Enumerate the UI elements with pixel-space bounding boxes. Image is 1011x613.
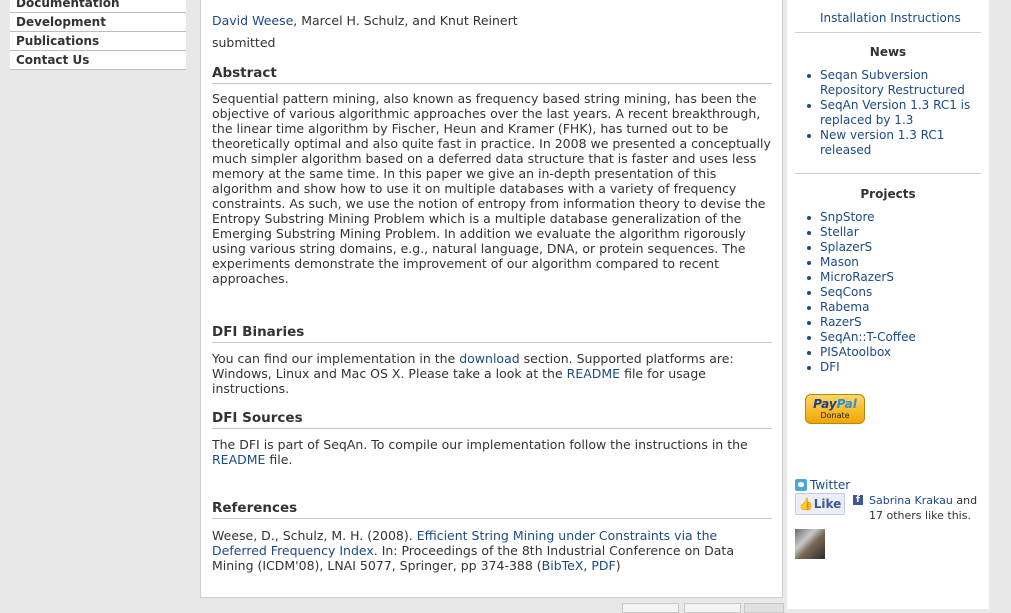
project-link-snpstore[interactable]: SnpStore (820, 210, 875, 224)
paypal-donate-button[interactable]: PayPal Donate (805, 394, 865, 424)
fb-friend-link[interactable]: Sabrina Krakau (869, 494, 953, 507)
authors: David Weese, Marcel H. Schulz, and Knut … (212, 12, 772, 30)
bibtex-link[interactable]: BibTeX (542, 558, 584, 573)
installation-instructions-link[interactable]: Installation Instructions (820, 11, 961, 25)
nav-item-publications[interactable]: Publications (10, 32, 186, 51)
projects-heading: Projects (860, 187, 916, 201)
abstract-text: Sequential pattern mining, also known as… (212, 91, 771, 286)
list-item: RazerS (795, 315, 975, 330)
project-link-seqcons[interactable]: SeqCons (820, 285, 872, 299)
list-item: DFI (795, 360, 975, 375)
facebook-like-button[interactable]: 👍Like (795, 493, 845, 515)
list-item: Seqan Subversion Repository Restructured (795, 68, 975, 98)
list-item: Stellar (795, 225, 975, 240)
project-link-splazers[interactable]: SplazerS (820, 240, 872, 254)
twitter-link[interactable]: Twitter (795, 478, 850, 493)
right-sidebar: Installation Instructions News Seqan Sub… (787, 0, 989, 609)
sources-readme-link[interactable]: README (212, 452, 265, 467)
binaries-text: You can find our implementation in the d… (212, 351, 772, 396)
project-link-rabema[interactable]: Rabema (820, 300, 869, 314)
list-item: Rabema (795, 300, 975, 315)
facebook-like-text: Sabrina Krakau and 17 others like this. (869, 493, 989, 523)
twitter-label[interactable]: Twitter (810, 478, 850, 492)
footer-tab-1[interactable] (622, 603, 679, 613)
project-link-tcoffee[interactable]: SeqAn::T-Coffee (820, 330, 916, 344)
footer-tab-3[interactable] (744, 603, 784, 613)
sources-heading: DFI Sources (212, 410, 772, 429)
download-link[interactable]: download (459, 351, 519, 366)
project-link-microrazers[interactable]: MicroRazerS (820, 270, 894, 284)
news-list: Seqan Subversion Repository Restructured… (795, 68, 975, 158)
footer-tab-2[interactable] (684, 603, 741, 613)
divider-news (795, 173, 981, 174)
references-heading: References (212, 500, 772, 519)
avatar[interactable] (795, 529, 825, 559)
ref-text-1: Weese, D., Schulz, M. H. (2008). (212, 528, 417, 543)
like-label: Like (813, 497, 842, 511)
binaries-heading: DFI Binaries (212, 324, 772, 343)
list-item: Mason (795, 255, 975, 270)
authors-rest: , Marcel H. Schulz, and Knut Reinert (293, 13, 518, 28)
abstract-heading: Abstract (212, 65, 772, 84)
divider-top (795, 32, 981, 33)
thumbs-up-icon: 👍 (798, 497, 814, 511)
main-content: David Weese, Marcel H. Schulz, and Knut … (200, 0, 783, 598)
twitter-icon (795, 479, 807, 491)
news-heading: News (869, 45, 907, 59)
project-link-mason[interactable]: Mason (820, 255, 859, 269)
pdf-link[interactable]: PDF (591, 558, 615, 573)
sources-text: The DFI is part of SeqAn. To compile our… (212, 437, 772, 467)
publication-status: submitted (212, 35, 276, 50)
author-link-weese[interactable]: David Weese (212, 13, 293, 28)
list-item: New version 1.3 RC1 released (795, 128, 975, 158)
list-item: MicroRazerS (795, 270, 975, 285)
sources-text-2: file. (265, 452, 293, 467)
left-nav: Documentation Development Publications C… (10, 0, 186, 70)
list-item: SeqCons (795, 285, 975, 300)
list-item: SnpStore (795, 210, 975, 225)
ref-text-4: ) (615, 558, 621, 573)
list-item: SeqAn::T-Coffee (795, 330, 975, 345)
nav-item-contact-us[interactable]: Contact Us (10, 51, 186, 70)
project-link-dfi[interactable]: DFI (820, 360, 840, 374)
paypal-logo-pay: Pay (813, 397, 837, 411)
nav-item-documentation[interactable]: Documentation (10, 0, 186, 13)
news-link[interactable]: New version 1.3 RC1 released (820, 128, 944, 157)
news-link[interactable]: Seqan Subversion Repository Restructured (820, 68, 965, 97)
project-link-stellar[interactable]: Stellar (820, 225, 859, 239)
nav-item-development[interactable]: Development (10, 13, 186, 32)
facebook-icon: f (853, 495, 863, 505)
project-link-razers[interactable]: RazerS (820, 315, 862, 329)
list-item: PISAtoolbox (795, 345, 975, 360)
sources-text-1: The DFI is part of SeqAn. To compile our… (212, 437, 748, 452)
binaries-text-1: You can find our implementation in the (212, 351, 460, 366)
news-link[interactable]: SeqAn Version 1.3 RC1 is replaced by 1.3 (820, 98, 970, 127)
paypal-logo: PayPal (806, 397, 864, 411)
readme-link[interactable]: README (567, 366, 620, 381)
list-item: SeqAn Version 1.3 RC1 is replaced by 1.3 (795, 98, 975, 128)
list-item: SplazerS (795, 240, 975, 255)
paypal-logo-pal: Pal (836, 397, 857, 411)
project-link-pisatoolbox[interactable]: PISAtoolbox (820, 345, 891, 359)
donate-label: Donate (820, 411, 850, 420)
projects-list: SnpStore Stellar SplazerS Mason MicroRaz… (795, 210, 975, 375)
reference-entry: Weese, D., Schulz, M. H. (2008). Efficie… (212, 528, 772, 573)
